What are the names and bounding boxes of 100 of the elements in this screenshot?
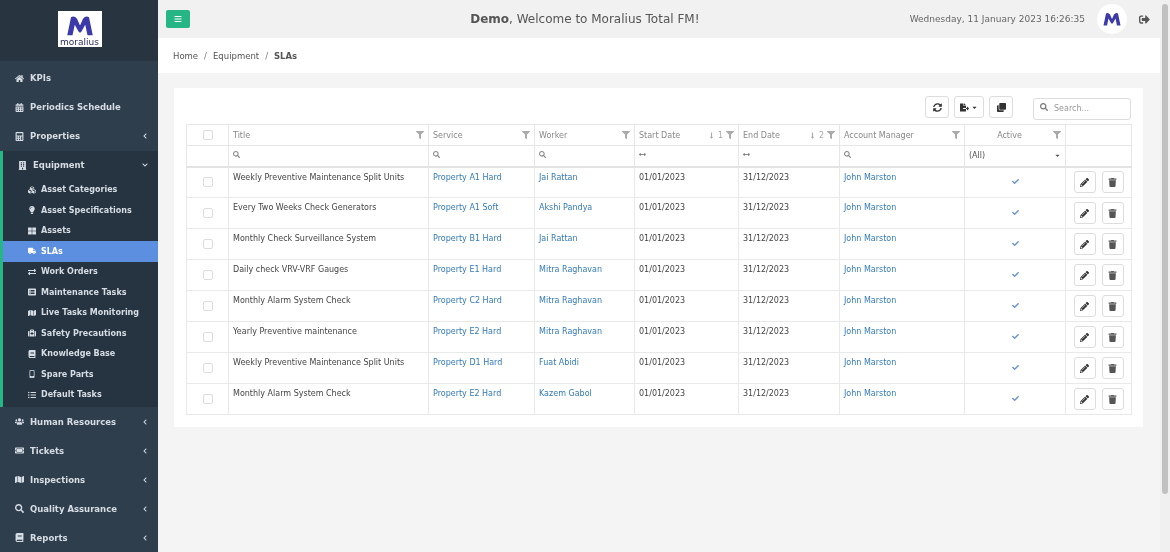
service-link[interactable]: Property C2 Hard: [433, 296, 502, 305]
menu-button[interactable]: [166, 10, 190, 28]
manager-link[interactable]: John Marston: [844, 327, 897, 336]
service-link[interactable]: Property D1 Hard: [433, 358, 503, 367]
column-header[interactable]: Service: [428, 124, 535, 146]
sidebar-subitem[interactable]: SLAs: [3, 241, 158, 262]
edit-button[interactable]: [1073, 264, 1096, 286]
export-button[interactable]: [954, 96, 984, 118]
sidebar-item[interactable]: Quality Assurance: [0, 494, 158, 523]
sidebar-subitem[interactable]: Default Tasks: [3, 384, 158, 405]
sidebar-subitem[interactable]: Spare Parts: [3, 364, 158, 385]
sidebar-item[interactable]: Periodics Schedule: [0, 92, 158, 122]
manager-link[interactable]: John Marston: [844, 296, 897, 305]
service-link[interactable]: Property E2 Hard: [433, 389, 502, 398]
checkbox[interactable]: [202, 301, 213, 311]
manager-link[interactable]: John Marston: [844, 203, 897, 212]
manager-link[interactable]: John Marston: [844, 358, 897, 367]
sidebar-item[interactable]: Equipment: [3, 150, 158, 180]
checkbox[interactable]: [202, 363, 213, 373]
filter-icon[interactable]: [522, 131, 530, 139]
delete-button[interactable]: [1101, 388, 1124, 410]
breadcrumb-link[interactable]: Equipment: [213, 50, 260, 61]
manager-link[interactable]: John Marston: [844, 172, 897, 182]
filter-icon[interactable]: [622, 131, 630, 139]
filter-icon[interactable]: [952, 131, 960, 139]
column-header[interactable]: Worker: [534, 124, 635, 146]
breadcrumb-link[interactable]: SLAs: [274, 50, 298, 61]
column-header[interactable]: Active: [964, 124, 1066, 146]
checkbox[interactable]: [202, 332, 213, 342]
delete-button[interactable]: [1101, 264, 1124, 286]
edit-button[interactable]: [1073, 171, 1096, 194]
sidebar-subitem[interactable]: Knowledge Base: [3, 343, 158, 364]
range-icon[interactable]: [743, 151, 750, 159]
checkbox[interactable]: [202, 208, 213, 218]
sidebar-item[interactable]: Reports: [0, 523, 158, 552]
column-header[interactable]: End Date 2: [738, 124, 840, 146]
worker-link[interactable]: Mitra Raghavan: [539, 265, 603, 274]
sidebar-item[interactable]: Tickets: [0, 436, 158, 465]
search-icon[interactable]: [433, 151, 440, 159]
filter-icon[interactable]: [827, 131, 835, 139]
service-link[interactable]: Property B1 Hard: [433, 234, 502, 243]
sidebar-subitem[interactable]: Maintenance Tasks: [3, 282, 158, 303]
edit-button[interactable]: [1073, 202, 1096, 224]
worker-link[interactable]: Jai Rattan: [539, 172, 578, 182]
worker-link[interactable]: Fuat Abidi: [539, 358, 579, 367]
service-link[interactable]: Property A1 Soft: [433, 203, 499, 212]
sidebar-item[interactable]: Inspections: [0, 465, 158, 494]
sidebar-item[interactable]: Human Resources: [0, 407, 158, 436]
edit-button[interactable]: [1073, 357, 1096, 379]
worker-link[interactable]: Jai Rattan: [539, 234, 578, 243]
column-header[interactable]: Account Manager: [839, 124, 965, 146]
checkbox[interactable]: [202, 270, 213, 280]
checkbox[interactable]: [202, 130, 213, 140]
search-icon[interactable]: [233, 151, 240, 159]
delete-button[interactable]: [1101, 233, 1124, 255]
avatar[interactable]: [1097, 4, 1127, 34]
worker-link[interactable]: Kazem Gabol: [539, 389, 592, 398]
delete-button[interactable]: [1101, 202, 1124, 224]
checkbox[interactable]: [202, 394, 213, 404]
range-icon[interactable]: [639, 151, 646, 159]
sidebar-subitem[interactable]: Safety Precautions: [3, 323, 158, 344]
edit-button[interactable]: [1073, 388, 1096, 410]
sign-out-icon[interactable]: [1139, 13, 1150, 25]
search-field[interactable]: Search...: [1033, 97, 1131, 120]
refresh-button[interactable]: [925, 96, 949, 118]
service-link[interactable]: Property E1 Hard: [433, 265, 502, 274]
search-icon[interactable]: [844, 151, 851, 159]
filter-icon[interactable]: [726, 131, 734, 139]
column-header[interactable]: Start Date 1: [634, 124, 739, 146]
delete-button[interactable]: [1101, 295, 1124, 317]
sidebar-subitem[interactable]: Asset Categories: [3, 179, 158, 200]
chevron-left-icon: [142, 476, 148, 483]
delete-button[interactable]: [1101, 171, 1124, 194]
column-chooser-button[interactable]: [989, 96, 1013, 118]
filter-icon[interactable]: [416, 131, 424, 139]
sidebar-subitem[interactable]: Work Orders: [3, 261, 158, 282]
edit-button[interactable]: [1073, 326, 1096, 348]
column-header[interactable]: Title: [228, 124, 429, 146]
manager-link[interactable]: John Marston: [844, 234, 897, 243]
sidebar-item[interactable]: KPIs: [0, 63, 158, 93]
worker-link[interactable]: Mitra Raghavan: [539, 327, 603, 336]
delete-button[interactable]: [1101, 357, 1124, 379]
edit-button[interactable]: [1073, 295, 1096, 317]
sidebar-subitem[interactable]: Asset Specifications: [3, 200, 158, 221]
checkbox[interactable]: [202, 177, 213, 188]
service-link[interactable]: Property E2 Hard: [433, 327, 502, 336]
sidebar-subitem[interactable]: Assets: [3, 220, 158, 241]
manager-link[interactable]: John Marston: [844, 389, 897, 398]
manager-link[interactable]: John Marston: [844, 265, 897, 274]
delete-button[interactable]: [1101, 326, 1124, 348]
edit-button[interactable]: [1073, 233, 1096, 255]
filter-icon[interactable]: [1053, 131, 1061, 139]
worker-link[interactable]: Mitra Raghavan: [539, 296, 603, 305]
worker-link[interactable]: Akshi Pandya: [539, 203, 593, 212]
search-icon[interactable]: [539, 151, 546, 159]
checkbox[interactable]: [202, 239, 213, 249]
sidebar-subitem[interactable]: Live Tasks Monitoring: [3, 302, 158, 323]
breadcrumb-link[interactable]: Home: [173, 50, 199, 61]
book-icon: [28, 349, 36, 358]
sidebar-item[interactable]: Properties: [0, 121, 158, 151]
